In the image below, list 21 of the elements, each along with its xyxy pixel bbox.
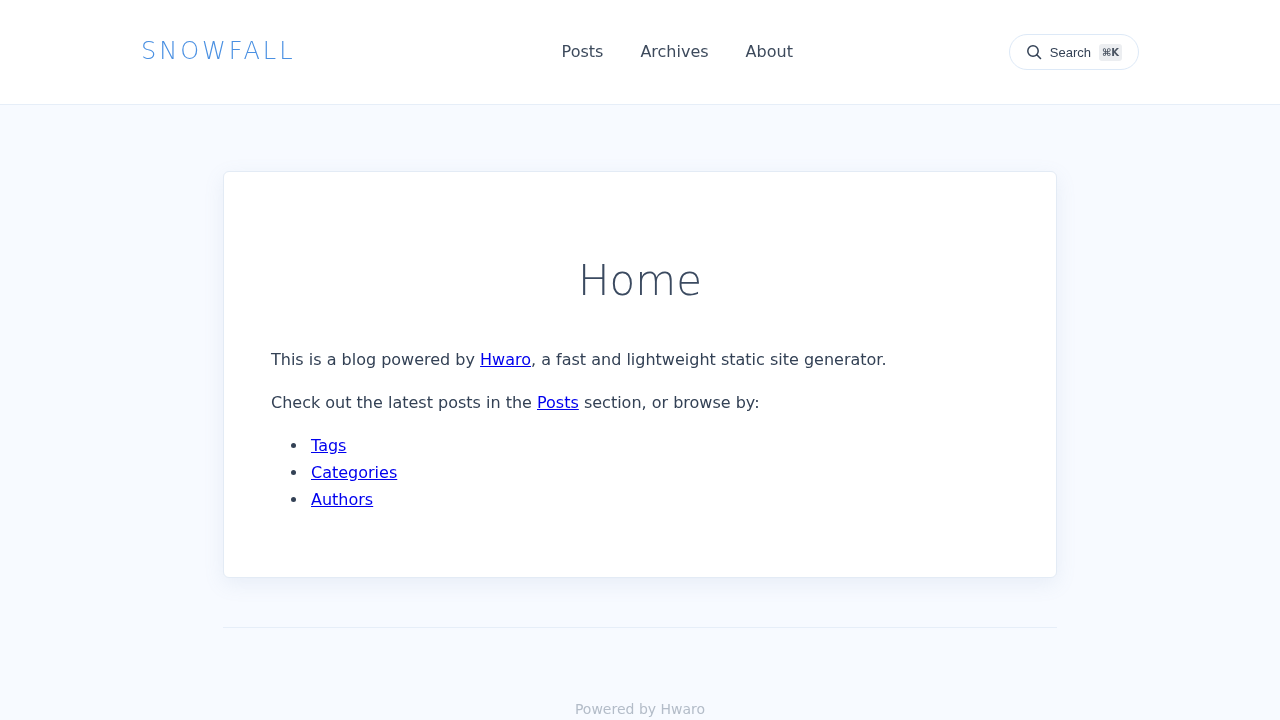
paragraph-text: , a fast and lightweight static site generator. [531,349,887,371]
list-link[interactable]: Tags [311,432,347,459]
search-label: Search [1049,44,1091,60]
paragraph-text: Check out the latest posts in the [271,392,533,414]
list-link[interactable]: Authors [311,486,374,513]
text-link[interactable]: Hwaro [480,346,531,373]
footer-text: Powered by Hwaro [574,700,706,718]
paragraph-text: section, or browse by: [582,392,760,414]
search-button[interactable]: Search ⌘K [1008,34,1139,70]
nav-link[interactable]: About [745,42,793,62]
bullet-icon [291,470,296,475]
list-link[interactable]: Categories [311,459,398,486]
shortcut-key: ⌘K [1098,43,1122,61]
bullet-icon [291,497,296,502]
bullet-icon [291,443,296,448]
text-link[interactable]: Posts [537,389,579,416]
search-icon [1025,44,1042,60]
paragraph-text: This is a blog powered by [271,349,476,371]
page-title: Home [578,256,702,306]
nav-link[interactable]: Archives [640,42,709,62]
nav-link[interactable]: Posts [561,42,604,62]
